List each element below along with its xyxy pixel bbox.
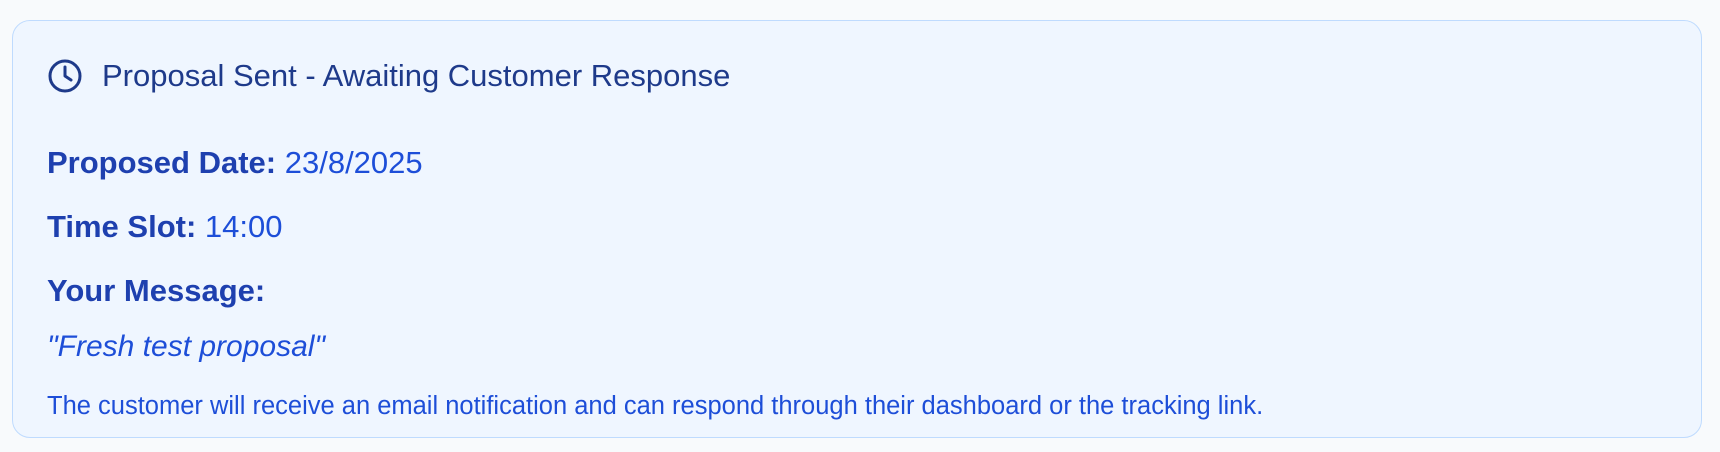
proposed-date-label: Proposed Date: [47,145,277,180]
clock-icon [47,58,83,94]
proposal-status-card: Proposal Sent - Awaiting Customer Respon… [12,20,1702,438]
status-title: Proposal Sent - Awaiting Customer Respon… [102,58,731,93]
message-label-row: Your Message: [47,272,265,310]
message-text: "Fresh test proposal" [47,330,326,363]
proposed-date-row: Proposed Date: 23/8/2025 [47,144,423,182]
time-slot-row: Time Slot: 14:00 [47,208,282,246]
time-slot-label: Time Slot: [47,209,197,244]
message-label: Your Message: [47,273,266,308]
notification-note: The customer will receive an email notif… [47,392,1264,420]
proposed-date-value: 23/8/2025 [284,145,423,180]
time-slot-value: 14:00 [204,209,283,244]
status-header: Proposal Sent - Awaiting Customer Respon… [47,58,730,94]
